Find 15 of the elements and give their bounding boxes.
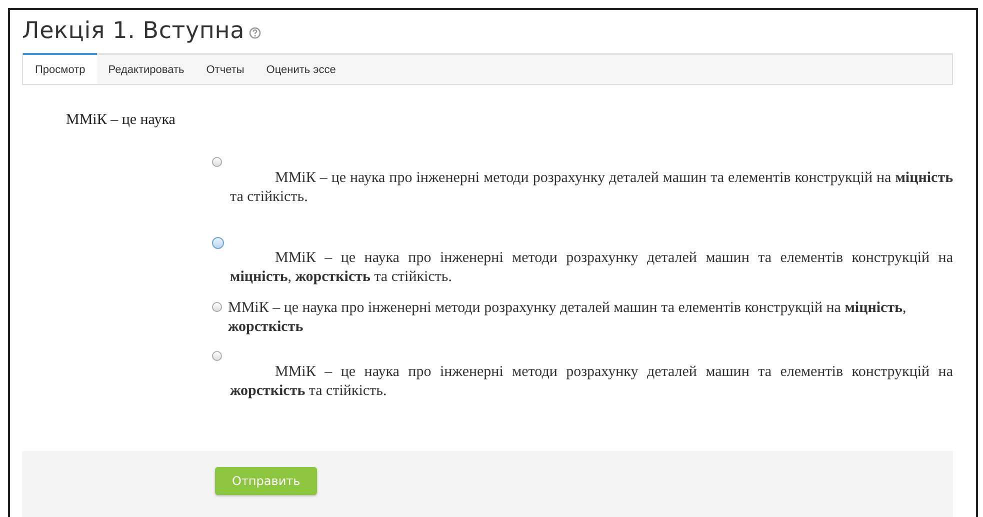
- question-text: ММіК – це наука: [66, 112, 176, 129]
- help-icon[interactable]: [248, 27, 260, 39]
- answer-option-text: ММіК – це наука про інженерні методи розрахунку деталей машин та елементів конструкцій на міцність, жорсткість та стійкість.: [230, 249, 953, 287]
- answer-option-text: ММіК – це наука про інженерні методи розрахунку деталей машин та елементів конструкцій на жорсткість та стійкість.: [230, 363, 953, 401]
- tab[interactable]: Редактировать: [97, 53, 196, 84]
- tab[interactable]: Просмотр: [23, 53, 98, 84]
- tab[interactable]: Оценить эссе: [255, 53, 347, 84]
- answer-option-text: ММіК – це наука про інженерні методи розрахунку деталей машин та елементів конструкцій на міцність, жорсткість: [228, 299, 908, 337]
- page-title: Лекція 1. Вступна: [22, 18, 244, 44]
- radio-button[interactable]: [212, 351, 222, 361]
- radio-button[interactable]: [212, 302, 222, 312]
- radio-button[interactable]: [212, 157, 222, 167]
- tab[interactable]: Отчеты: [195, 53, 256, 84]
- radio-button[interactable]: [212, 237, 224, 249]
- answer-option-text: ММіК – це наука про інженерні методи розрахунку деталей машин та елементів конструкцій на міцність та стійкість.: [230, 169, 953, 207]
